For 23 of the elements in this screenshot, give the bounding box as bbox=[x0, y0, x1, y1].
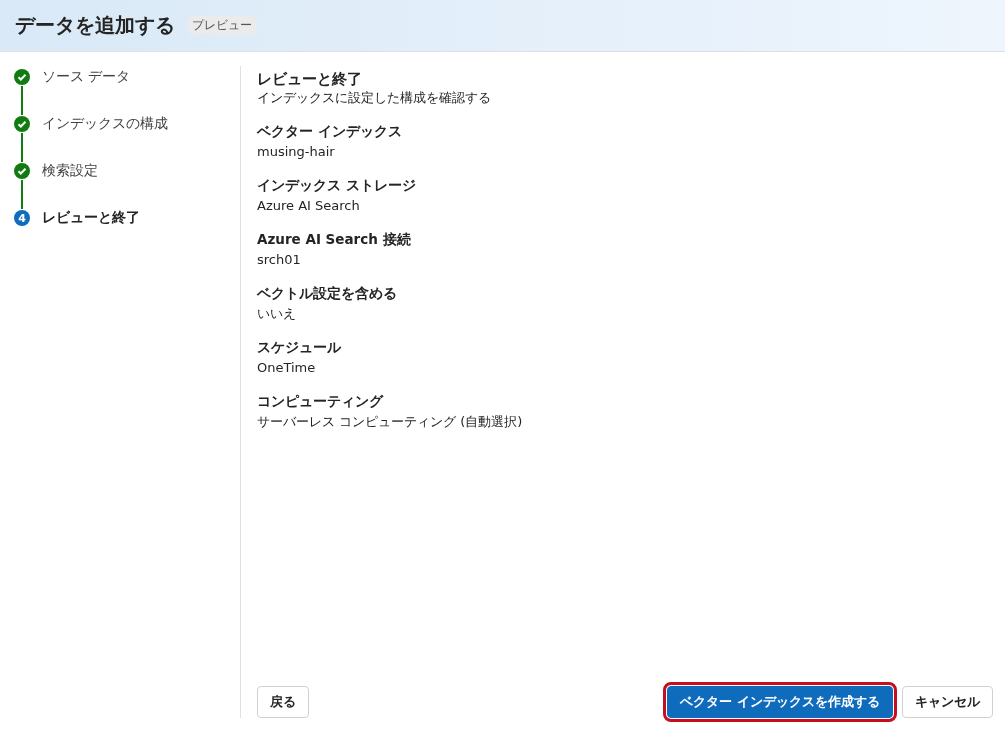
section-title: レビューと終了 bbox=[257, 70, 363, 89]
field-label: インデックス ストレージ bbox=[257, 176, 417, 195]
step-label[interactable]: レビューと終了 bbox=[42, 209, 140, 227]
field-value: musing-hair bbox=[257, 143, 336, 161]
section-subtitle: インデックスに設定した構成を確認する bbox=[257, 89, 492, 107]
step-number: 4 bbox=[14, 210, 30, 226]
field-label: ベクトル設定を含める bbox=[257, 284, 398, 303]
field-value: srch01 bbox=[257, 251, 302, 269]
cancel-button[interactable]: キャンセル bbox=[902, 686, 993, 718]
field-value: Azure AI Search bbox=[257, 197, 361, 215]
field-label: コンピューティング bbox=[257, 392, 385, 411]
preview-badge: プレビュー bbox=[187, 16, 257, 35]
step-label[interactable]: 検索設定 bbox=[42, 162, 98, 180]
field-value: いいえ bbox=[257, 305, 297, 323]
back-button[interactable]: 戻る bbox=[257, 686, 309, 718]
step-label[interactable]: インデックスの構成 bbox=[42, 115, 168, 133]
field-value: サーバーレス コンピューティング (自動選択) bbox=[257, 413, 524, 431]
field-label: Azure AI Search 接続 bbox=[257, 230, 412, 249]
page-title: データを追加する bbox=[15, 12, 175, 39]
step-label[interactable]: ソース データ bbox=[42, 68, 131, 86]
field-label: スケジュール bbox=[257, 338, 342, 357]
field-value: OneTime bbox=[257, 359, 317, 377]
field-label: ベクター インデックス bbox=[257, 122, 403, 141]
